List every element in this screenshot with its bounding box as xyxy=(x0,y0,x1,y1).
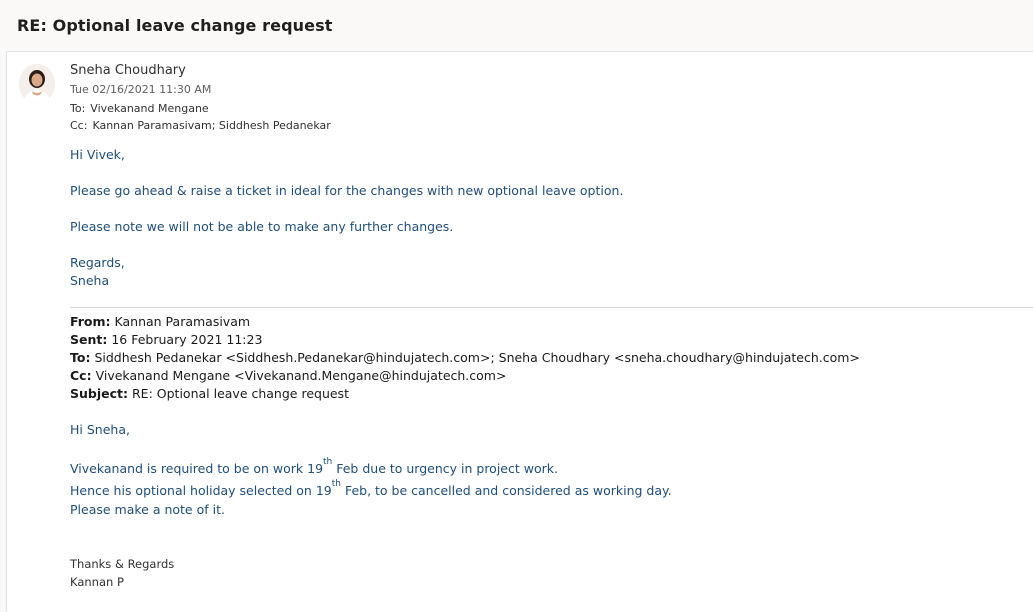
to-recipient[interactable]: Vivekanand Mengane xyxy=(90,102,208,115)
body-signature: Sneha xyxy=(70,273,110,288)
cc-recipient[interactable]: Kannan Paramasivam; Siddhesh Pedanekar xyxy=(92,119,330,132)
sent-date: Tue 02/16/2021 11:30 AM xyxy=(70,83,212,96)
cc-recipients: Cc: Kannan Paramasivam; Siddhesh Pedaneka… xyxy=(70,119,331,132)
quoted-from: From: Kannan Paramasivam xyxy=(70,314,250,329)
subject-bar: RE: Optional leave change request xyxy=(0,0,1033,50)
from-value: Kannan Paramasivam xyxy=(114,314,251,329)
quoted-sign-name: Kannan P xyxy=(70,575,124,589)
quoted-subject: Subject: RE: Optional leave change reques… xyxy=(70,386,349,401)
quote-divider xyxy=(70,307,1033,308)
quoted-subject-label: Subject: xyxy=(70,386,128,401)
quoted-line-text: Feb due to urgency in project work. xyxy=(332,461,558,476)
quoted-line-text: Hence his optional holiday selected on 1… xyxy=(70,483,332,498)
from-label: From: xyxy=(70,314,111,329)
to-recipients: To: Vivekanand Mengane xyxy=(70,102,209,115)
quoted-line-text: Feb, to be cancelled and considered as w… xyxy=(340,483,672,498)
quoted-sign-closing: Thanks & Regards xyxy=(70,557,175,571)
body-line: Please note we will not be able to make … xyxy=(70,219,454,234)
sent-label: Sent: xyxy=(70,332,108,347)
quoted-line: Vivekanand is required to be on work 19t… xyxy=(70,457,558,476)
quoted-to-value: Siddhesh Pedanekar <Siddhesh.Pedanekar@h… xyxy=(94,350,860,365)
quoted-cc: Cc: Vivekanand Mengane <Vivekanand.Mengan… xyxy=(70,368,506,383)
quoted-cc-value: Vivekanand Mengane <Vivekanand.Mengane@h… xyxy=(95,368,507,383)
sent-value: 16 February 2021 11:23 xyxy=(111,332,263,347)
quoted-line: Please make a note of it. xyxy=(70,502,225,517)
quoted-to: To: Siddhesh Pedanekar <Siddhesh.Pedaneka… xyxy=(70,350,860,365)
body-line: Please go ahead & raise a ticket in idea… xyxy=(70,183,624,198)
quoted-sent: Sent: 16 February 2021 11:23 xyxy=(70,332,262,347)
ordinal-suffix: th xyxy=(323,457,333,467)
ordinal-suffix: th xyxy=(331,479,341,489)
quoted-to-label: To: xyxy=(70,350,91,365)
quoted-cc-label: Cc: xyxy=(70,368,92,383)
cc-label: Cc: xyxy=(70,119,88,132)
body-greeting: Hi Vivek, xyxy=(70,147,125,162)
body-closing: Regards, xyxy=(70,255,125,270)
quoted-subject-value: RE: Optional leave change request xyxy=(132,386,349,401)
email-subject: RE: Optional leave change request xyxy=(17,16,333,35)
to-label: To: xyxy=(70,102,86,115)
quoted-line-text: Vivekanand is required to be on work 19 xyxy=(70,461,324,476)
sender-avatar[interactable] xyxy=(19,64,55,104)
sender-name[interactable]: Sneha Choudhary xyxy=(70,63,186,78)
quoted-line: Hence his optional holiday selected on 1… xyxy=(70,479,672,498)
quoted-greeting: Hi Sneha, xyxy=(70,422,130,437)
